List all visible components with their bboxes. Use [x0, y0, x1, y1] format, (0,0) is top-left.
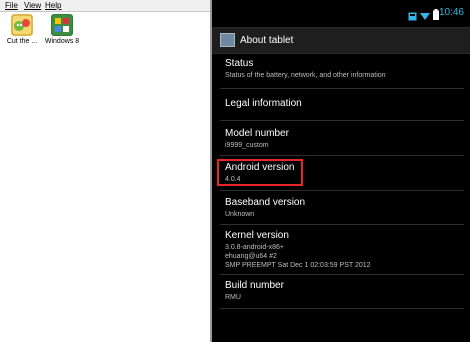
- menu-bar: File View Help: [0, 0, 211, 12]
- item-subtitle: Unknown: [225, 211, 255, 218]
- menu-file[interactable]: File: [5, 0, 18, 11]
- divider: [220, 190, 464, 191]
- item-subtitle-line: ehuang@u64 #2: [225, 253, 277, 260]
- page-title: About tablet: [240, 35, 294, 46]
- menu-view[interactable]: View: [24, 0, 41, 11]
- list-item-model-number[interactable]: Model number i9999_custom: [212, 124, 470, 154]
- item-subtitle-line: SMP PREEMPT Sat Dec 1 02:03:59 PST 2012: [225, 262, 371, 269]
- desktop-icon-cut-the-rope[interactable]: Cut the ...: [0, 14, 44, 45]
- settings-app-icon[interactable]: [220, 33, 235, 47]
- item-title: Build number: [225, 280, 284, 291]
- item-title: Status: [225, 58, 254, 69]
- cut-the-rope-icon: [11, 14, 33, 36]
- divider: [220, 120, 464, 121]
- wifi-icon: [420, 8, 430, 26]
- item-title: Model number: [225, 128, 289, 139]
- list-item-legal-information[interactable]: Legal information: [212, 94, 470, 120]
- list-item-status[interactable]: Status Status of the battery, network, a…: [212, 56, 470, 86]
- item-subtitle: i9999_custom: [225, 142, 269, 149]
- divider: [220, 274, 464, 275]
- action-bar: About tablet: [212, 27, 470, 54]
- divider: [220, 88, 464, 89]
- list-item-build-number[interactable]: Build number RMU: [212, 277, 470, 307]
- desktop-icon-label: Windows 8: [44, 38, 80, 45]
- status-bar: 10:46: [212, 0, 470, 26]
- item-title: Kernel version: [225, 230, 289, 241]
- highlight-box: [217, 159, 303, 186]
- item-title: Legal information: [225, 98, 302, 109]
- desktop-icon-label: Cut the ...: [6, 38, 38, 45]
- menu-help[interactable]: Help: [45, 0, 61, 11]
- notification-icon: [408, 8, 417, 26]
- item-subtitle-line: 3.0.8-android-x86+: [225, 244, 284, 251]
- status-time: 10:46: [438, 7, 464, 18]
- desktop-icon-windows-8[interactable]: Windows 8: [40, 14, 84, 45]
- item-subtitle: RMU: [225, 294, 241, 301]
- list-item-kernel-version[interactable]: Kernel version 3.0.8-android-x86+ ehuang…: [212, 227, 470, 273]
- host-window: File View Help Cut the ... Windows 8: [0, 0, 211, 342]
- windows-8-icon: [51, 14, 73, 36]
- divider: [220, 224, 464, 225]
- divider: [220, 155, 464, 156]
- item-subtitle: Status of the battery, network, and othe…: [225, 72, 386, 79]
- item-title: Baseband version: [225, 197, 306, 208]
- list-item-baseband-version[interactable]: Baseband version Unknown: [212, 193, 470, 223]
- divider: [220, 308, 464, 309]
